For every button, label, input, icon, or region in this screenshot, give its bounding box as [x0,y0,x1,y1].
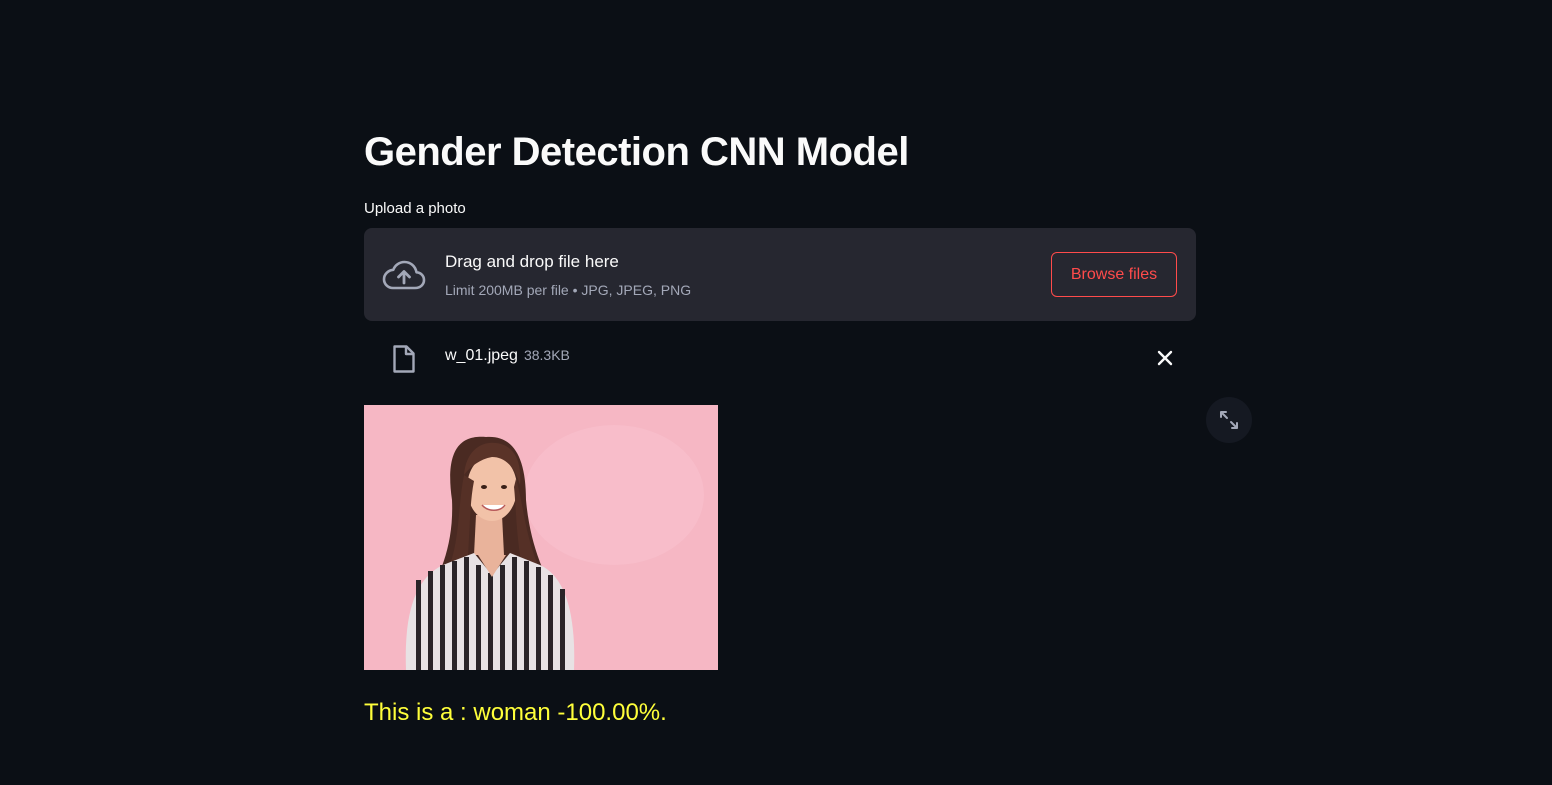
close-icon [1157,350,1173,366]
cloud-upload-icon [382,258,426,292]
fullscreen-icon [1220,411,1238,429]
dropzone-text: Drag and drop file here Limit 200MB per … [445,251,691,299]
file-dropzone[interactable]: Drag and drop file here Limit 200MB per … [364,228,1196,321]
file-name: w_01.jpeg [445,347,518,364]
remove-file-button[interactable] [1154,347,1176,369]
prediction-result: This is a : woman -100.00%. [364,699,667,726]
file-icon [392,344,416,374]
uploaded-photo [364,405,718,670]
app-page: Gender Detection CNN Model Upload a phot… [0,0,1552,785]
uploader-label: Upload a photo [364,200,466,217]
uploaded-file-row: w_01.jpeg 38.3KB [364,340,1196,376]
file-size: 38.3KB [523,347,570,363]
file-name-text: w_01.jpeg 38.3KB [445,347,570,365]
browse-files-button[interactable]: Browse files [1051,252,1177,297]
page-title: Gender Detection CNN Model [364,130,909,174]
dropzone-limit: Limit 200MB per file • JPG, JPEG, PNG [445,282,692,298]
fullscreen-button[interactable] [1206,397,1252,443]
dropzone-instructions: Drag and drop file here [445,252,619,271]
